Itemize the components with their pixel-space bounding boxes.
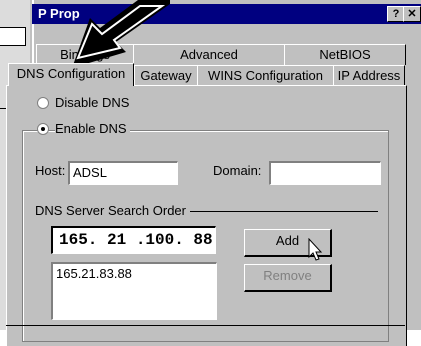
dns-server-list[interactable]: 165.21.83.88	[51, 262, 217, 320]
tab-netbios[interactable]: NetBIOS	[284, 44, 406, 65]
search-order-divider	[188, 211, 378, 212]
enable-dns-radio[interactable]	[37, 123, 49, 135]
dns-server-ip-value: 165. 21 .100. 88	[59, 231, 213, 249]
hand-pointer-icon	[308, 238, 323, 261]
domain-input[interactable]	[269, 161, 381, 185]
enable-dns-label: Enable DNS	[55, 121, 130, 136]
disable-dns-label: Disable DNS	[55, 95, 130, 110]
text-cursor	[214, 231, 215, 249]
radio-selected-dot	[41, 127, 45, 131]
dns-server-search-order-label: DNS Server Search Order	[35, 203, 190, 218]
dialog-bottom-edge	[6, 325, 405, 326]
remove-button[interactable]: Remove	[244, 264, 332, 292]
tab-wins-configuration[interactable]: WINS Configuration	[197, 65, 334, 86]
close-button[interactable]: ✕	[403, 6, 421, 22]
list-item[interactable]: 165.21.83.88	[56, 266, 216, 282]
dns-server-ip-input[interactable]: 165. 21 .100. 88	[51, 226, 216, 254]
tab-ip-address[interactable]: IP Address	[333, 65, 405, 86]
domain-label: Domain:	[213, 163, 262, 178]
tab-dns-configuration[interactable]: DNS Configuration	[8, 63, 134, 86]
disable-dns-radio[interactable]	[37, 97, 49, 109]
host-label: Host:	[35, 163, 66, 178]
arrow-pointer-icon	[72, 0, 170, 68]
host-input[interactable]: ADSL	[68, 161, 178, 185]
